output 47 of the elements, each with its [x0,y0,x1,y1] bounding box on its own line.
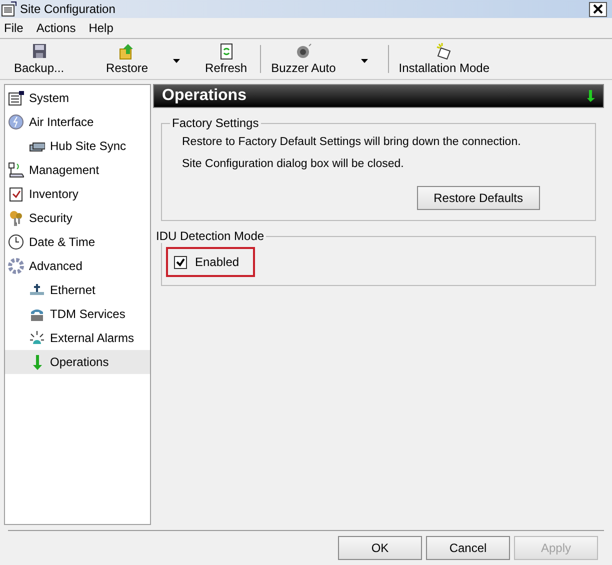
restore-defaults-button[interactable]: Restore Defaults [416,186,540,210]
window-title: Site Configuration [20,2,116,16]
note-sparkle-icon [436,43,453,60]
system-form-icon [8,90,24,106]
close-button[interactable] [589,2,607,16]
sidebar-item[interactable]: Management [5,158,150,182]
menu-item[interactable]: Help [88,21,114,35]
window-icon [1,1,17,17]
panel-title: Operations [162,87,246,105]
info-text: Site Configuration dialog box will be closed. [182,158,405,170]
toolbar-button[interactable]: Buzzer Auto [265,43,376,75]
checkbox[interactable] [174,256,187,268]
toolbar-button[interactable]: Backup... [8,43,70,75]
sidebar-item[interactable]: Inventory [5,182,150,206]
caret-icon [360,59,368,63]
caret-icon [173,59,180,63]
folder-arrow-icon [118,43,136,60]
group-title: IDU Detection Mode [155,229,266,243]
checkbox-label: Enabled [195,255,240,269]
down-arrow-icon [587,90,595,102]
sidebar-item[interactable]: Ethernet [5,278,150,302]
alarm-light-icon [29,330,45,346]
clipboard-check-icon [8,186,24,202]
menu-item[interactable]: File [4,21,24,35]
toolbar-button[interactable]: Restore [100,43,188,75]
gear-icon [8,258,24,274]
refresh-page-icon [218,43,235,60]
menu-item[interactable]: Actions [36,21,76,35]
sidebar-item[interactable]: System [5,86,150,110]
globe-icon [8,114,24,130]
toolbar-button[interactable]: Refresh [196,43,256,75]
sidebar-item[interactable]: Advanced [5,254,150,278]
sidebar-item[interactable]: Date & Time [5,230,150,254]
sidebar-item[interactable]: Operations [5,350,150,374]
close-icon [593,4,603,14]
sidebar-item[interactable]: TDM Services [5,302,150,326]
info-text: Restore to Factory Default Settings will bring down the connection. [182,136,522,148]
sidebar-item[interactable]: Security [5,206,150,230]
dialog-button[interactable]: Cancel [426,536,510,560]
sidebar-item[interactable]: Hub Site Sync [5,134,150,158]
toolbar-button[interactable]: Installation Mode [392,43,496,75]
dialog-button[interactable]: OK [338,536,422,560]
sidebar-item[interactable]: External Alarms [5,326,150,350]
sidebar-item[interactable]: Air Interface [5,110,150,134]
group-title: Factory Settings [171,116,260,130]
clock-icon [8,234,24,250]
check-icon [176,258,185,266]
